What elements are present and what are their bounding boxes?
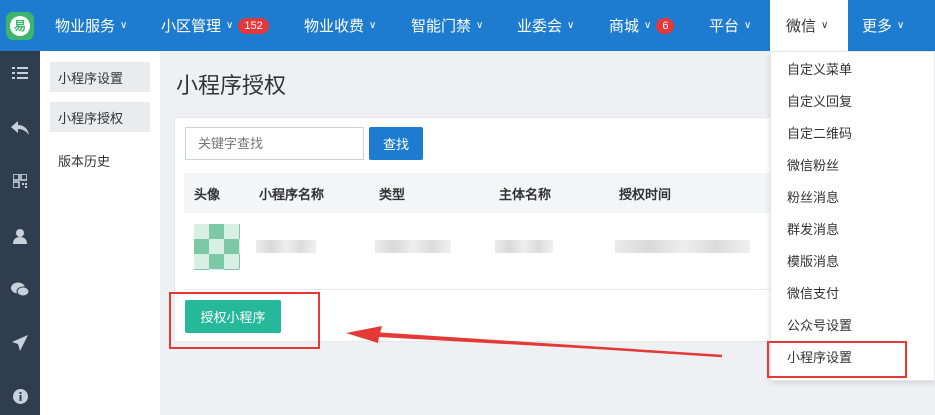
annotation-arrow <box>346 326 723 358</box>
